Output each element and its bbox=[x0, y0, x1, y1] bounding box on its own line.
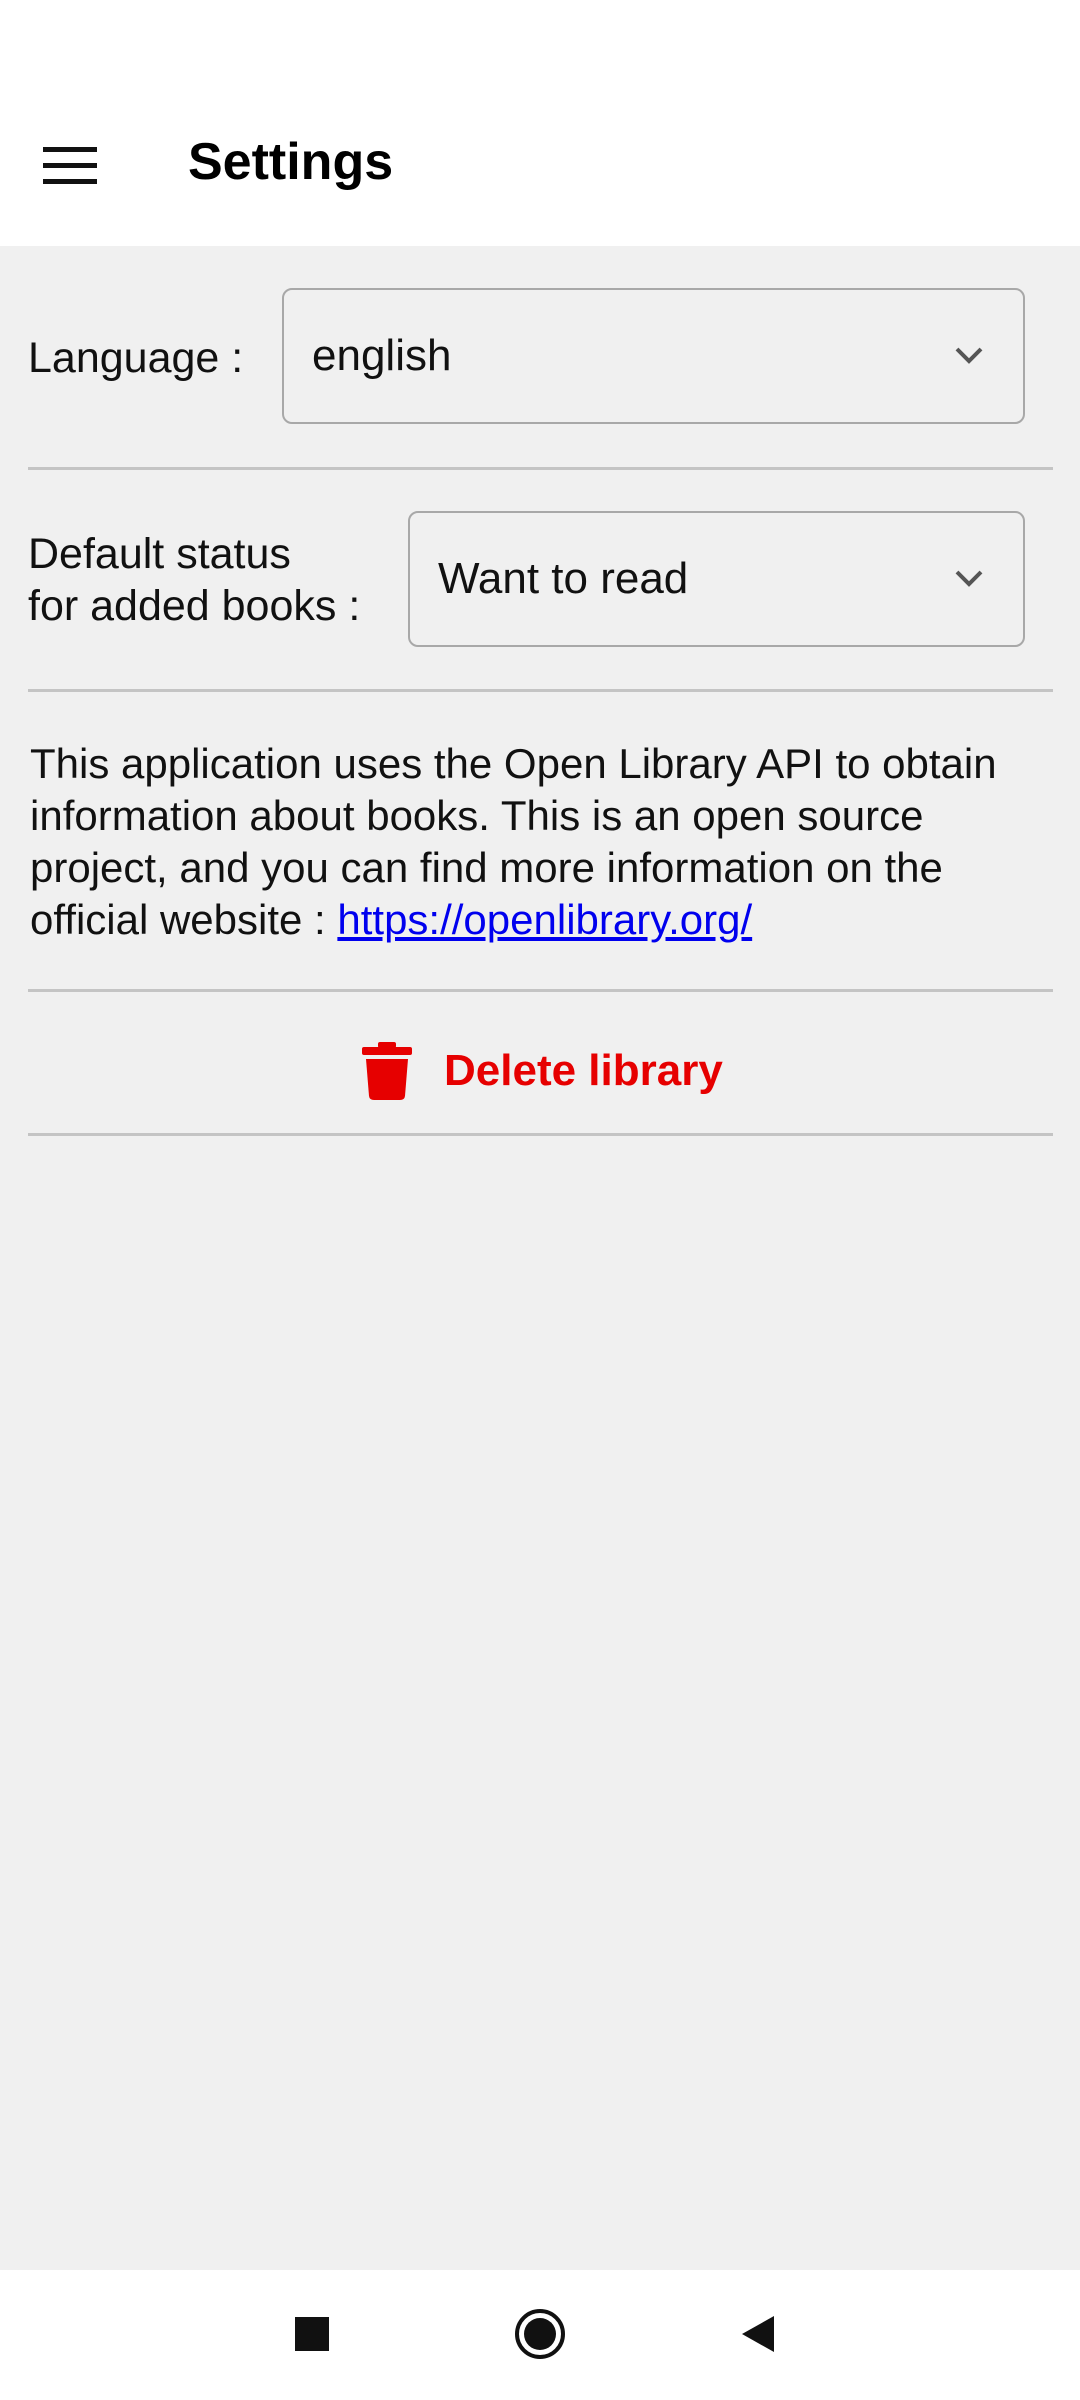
app-bar: Settings bbox=[0, 96, 1080, 246]
chevron-down-icon bbox=[955, 347, 983, 364]
divider bbox=[28, 989, 1053, 992]
language-select-value: english bbox=[312, 331, 452, 380]
language-select[interactable]: english bbox=[282, 288, 1025, 424]
default-status-label-line2: for added books : bbox=[28, 582, 361, 630]
trash-icon bbox=[362, 1042, 412, 1100]
back-button[interactable] bbox=[718, 2294, 798, 2374]
home-button[interactable] bbox=[500, 2294, 580, 2374]
settings-content: Language : english Default status for ad… bbox=[0, 246, 1080, 2270]
page-title: Settings bbox=[188, 133, 394, 191]
recents-button[interactable] bbox=[272, 2294, 352, 2374]
system-nav-bar bbox=[0, 2270, 1080, 2400]
square-recents-icon bbox=[295, 2317, 329, 2351]
about-text: This application uses the Open Library A… bbox=[30, 738, 1060, 946]
divider bbox=[28, 689, 1053, 692]
default-status-label-line1: Default status bbox=[28, 530, 291, 578]
status-bar bbox=[0, 0, 1080, 96]
delete-library-button[interactable]: Delete library bbox=[360, 1031, 740, 1111]
circle-home-icon bbox=[515, 2309, 565, 2359]
language-label: Language : bbox=[28, 334, 244, 382]
default-status-select-value: Want to read bbox=[438, 554, 689, 603]
default-status-label: Default status for added books : bbox=[28, 528, 360, 632]
delete-library-label: Delete library bbox=[444, 1046, 723, 1095]
open-library-link[interactable]: https://openlibrary.org/ bbox=[337, 896, 752, 943]
menu-button[interactable] bbox=[20, 130, 120, 202]
chevron-down-icon bbox=[955, 570, 983, 587]
divider bbox=[28, 467, 1053, 470]
divider bbox=[28, 1133, 1053, 1136]
hamburger-menu-icon bbox=[43, 147, 97, 184]
default-status-select[interactable]: Want to read bbox=[408, 511, 1025, 647]
triangle-back-icon bbox=[742, 2316, 774, 2352]
